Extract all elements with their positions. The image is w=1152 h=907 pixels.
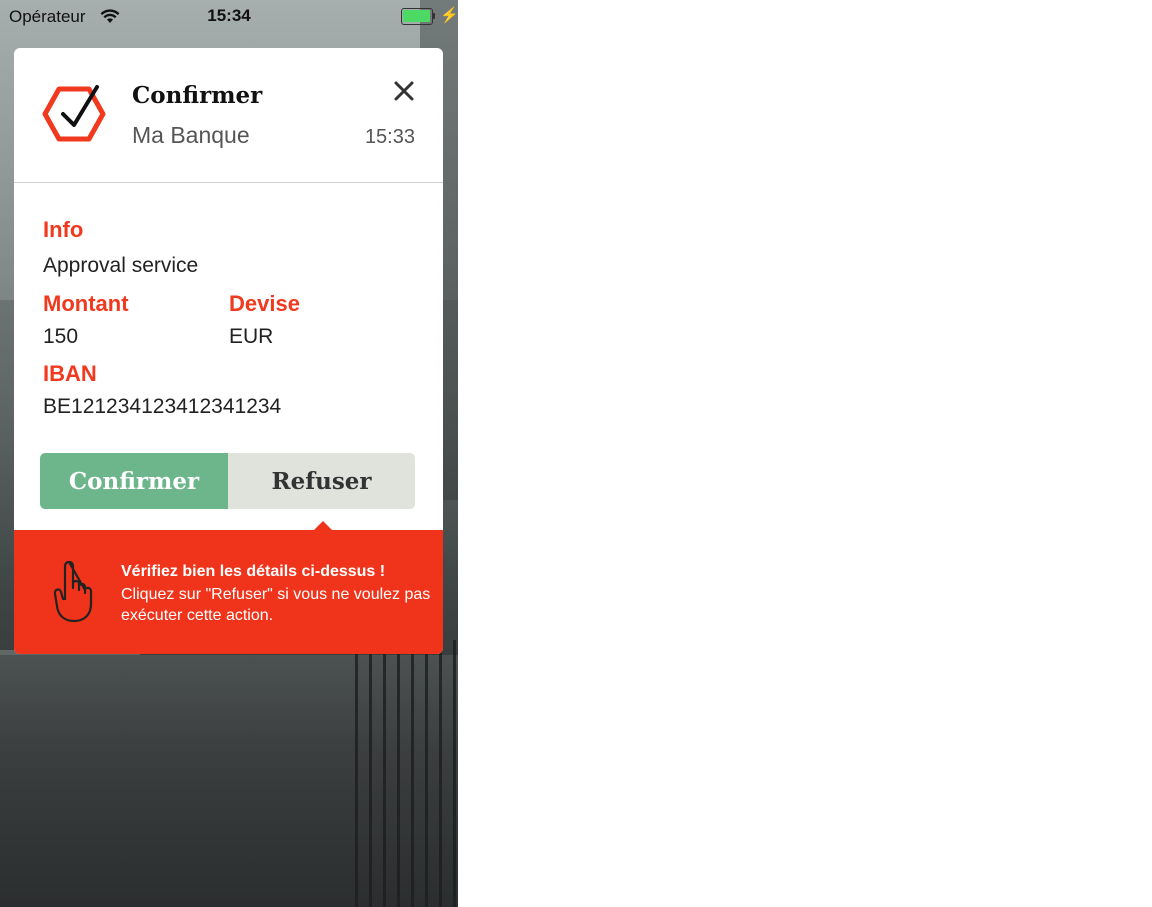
close-icon[interactable]	[391, 78, 417, 104]
amount-value: 150	[43, 325, 79, 348]
info-value: Approval service	[43, 254, 199, 277]
action-buttons: Confirmer Refuser	[40, 453, 415, 509]
card-title: Confirmer	[132, 82, 263, 109]
status-bar: Opérateur 15:34 ⚡	[0, 0, 458, 34]
iban-value: BE121234123412341234	[43, 395, 282, 418]
raised-finger-hand-icon	[53, 560, 93, 623]
card-header: Confirmer Ma Banque 15:33	[14, 48, 443, 182]
header-divider	[14, 182, 443, 183]
confirmation-card: Confirmer Ma Banque 15:33 Info Approval …	[14, 48, 443, 654]
refuse-button[interactable]: Refuser	[228, 453, 415, 509]
charging-bolt-icon: ⚡	[440, 7, 458, 24]
card-time: 15:33	[364, 126, 415, 148]
status-time: 15:34	[207, 6, 251, 25]
currency-value: EUR	[229, 325, 274, 348]
card-subtitle: Ma Banque	[132, 122, 250, 148]
background-fence	[355, 640, 458, 907]
warning-notch	[314, 521, 332, 530]
currency-label: Devise	[229, 291, 300, 316]
warning-text: Cliquez sur "Refuser" si vous ne voulez …	[121, 586, 431, 624]
warning-banner: Vérifiez bien les détails ci-dessus ! Cl…	[14, 521, 443, 654]
phone-screen: Opérateur 15:34 ⚡ Confirmer Ma Banque 15…	[0, 0, 458, 907]
confirm-button[interactable]: Confirmer	[40, 453, 228, 509]
amount-label: Montant	[43, 291, 129, 316]
hexagon-check-icon	[42, 85, 106, 142]
iban-label: IBAN	[43, 361, 97, 386]
warning-title: Vérifiez bien les détails ci-dessus !	[121, 563, 386, 580]
battery-icon	[401, 8, 435, 25]
info-label: Info	[43, 217, 84, 242]
